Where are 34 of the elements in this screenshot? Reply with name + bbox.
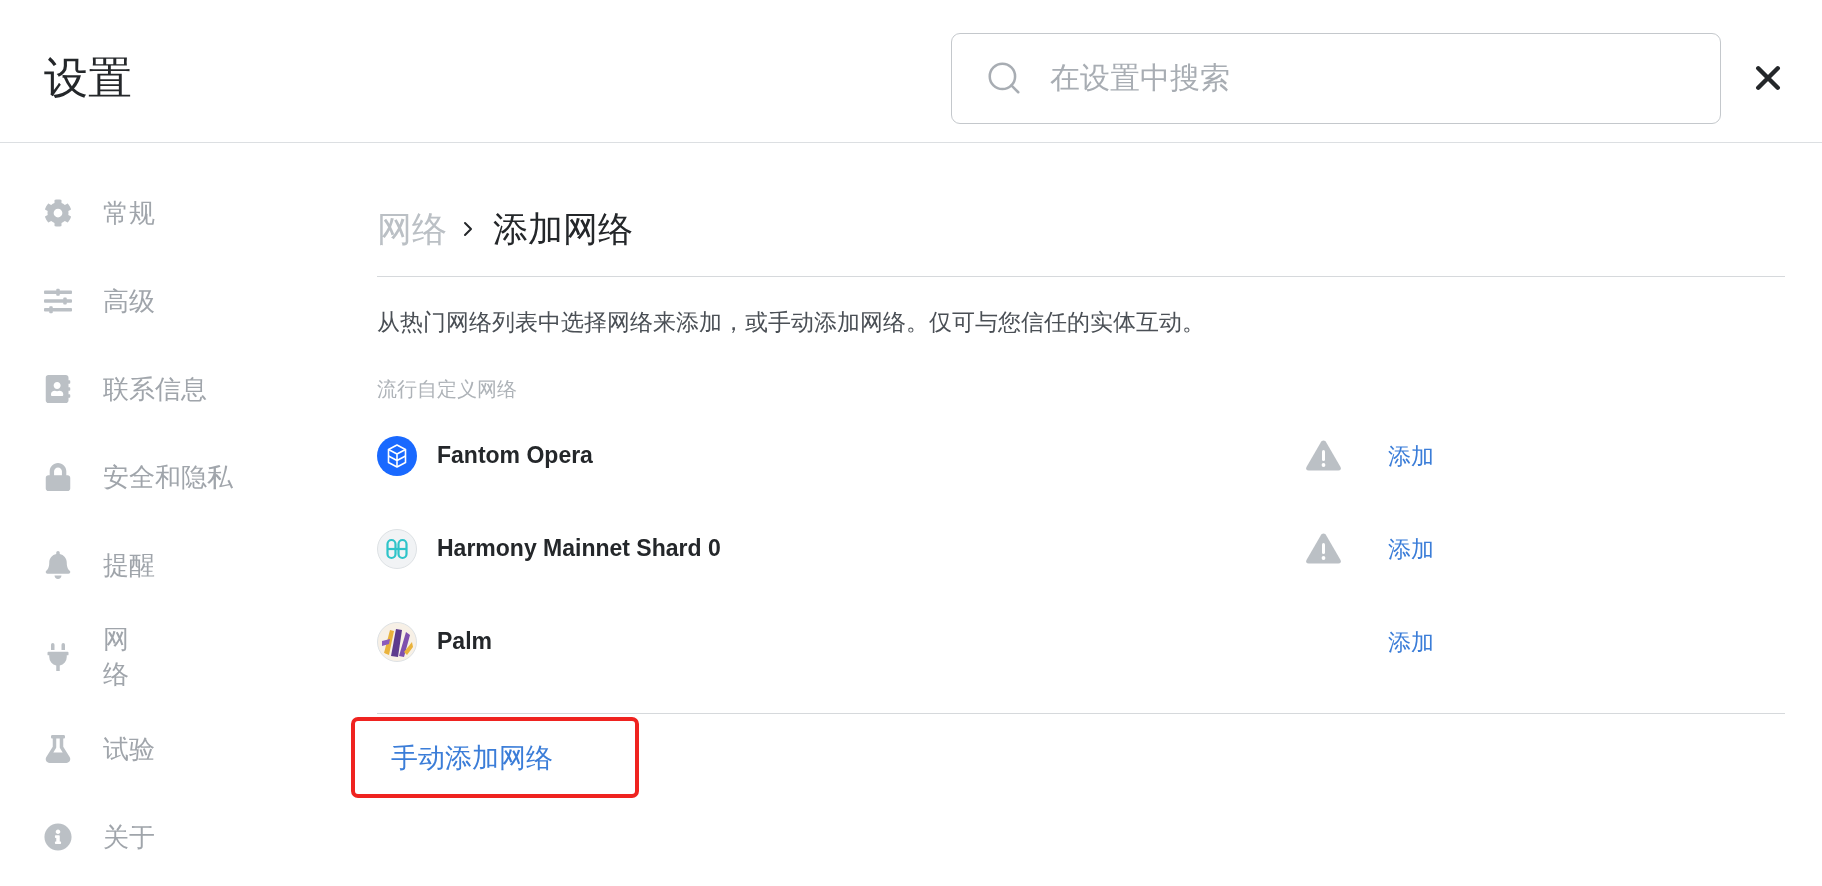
sidebar-item[interactable]: 关于 [43,819,155,855]
sidebar-item[interactable]: 网络 [43,622,129,692]
page-title: 设置 [44,52,132,104]
address-book-icon [44,375,72,403]
description-text: 从热门网络列表中选择网络来添加，或手动添加网络。仅可与您信任的实体互动。 [377,308,1206,337]
sidebar-item[interactable]: 联系信息 [43,371,207,407]
lock-icon [44,463,72,491]
double-loop-logo-icon [377,528,417,569]
bell-icon [44,551,72,579]
info-icon [44,823,72,851]
network-name: Fantom Opera [437,442,594,469]
sidebar-item[interactable]: 常规 [43,195,155,231]
add-button[interactable]: 添加 [1388,626,1434,657]
sidebar-item[interactable]: 高级 [43,283,155,319]
breadcrumb-link[interactable]: 网络 [377,207,447,251]
cube-logo-icon [377,435,417,476]
sidebar-item[interactable]: 安全和隐私 [43,459,233,495]
sidebar-item[interactable]: 提醒 [43,547,155,583]
add-button[interactable]: 添加 [1388,440,1434,471]
search-field[interactable]: 在设置中搜索 [951,32,1721,124]
breadcrumb-current: 添加网络 [493,208,633,250]
section-heading: 流行自定义网络 [377,377,517,402]
network-name: Harmony Mainnet Shard 0 [437,535,722,562]
striped-leaf-logo-icon [377,621,417,662]
sidebar-item[interactable]: 试验 [43,731,155,767]
add-button[interactable]: 添加 [1388,533,1434,564]
chevron-right-icon [463,221,473,237]
close-button[interactable] [1755,65,1781,91]
sliders-icon [44,287,72,315]
network-name: Palm [437,628,493,655]
close-icon [1755,65,1781,91]
flask-icon [44,735,72,763]
add-network-manually-link[interactable]: 手动添加网络 [391,740,553,775]
settings-icon [44,199,72,227]
